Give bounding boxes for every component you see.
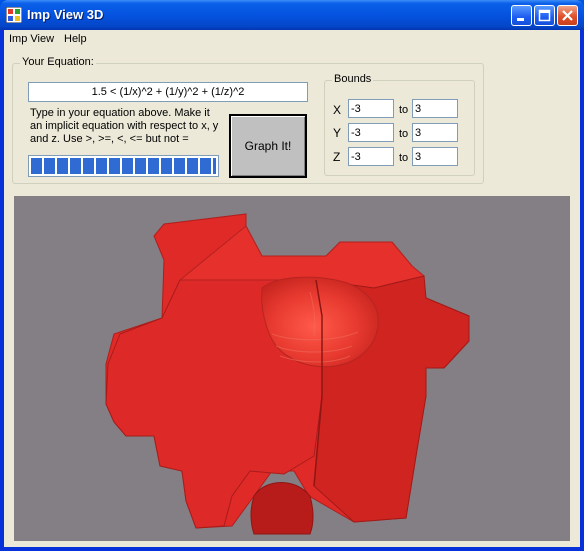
maximize-button[interactable]	[534, 5, 555, 26]
bound-z-label: Z	[333, 150, 341, 164]
bound-z-max-input[interactable]	[412, 147, 458, 166]
bound-y-min-input[interactable]	[348, 123, 394, 142]
progress-fill	[31, 158, 216, 174]
equation-input[interactable]	[28, 82, 308, 102]
graph-viewport[interactable]	[14, 196, 570, 541]
equation-help-text: Type in your equation above. Make it an …	[30, 107, 219, 145]
maximize-icon	[538, 9, 551, 22]
bound-y-to-label: to	[399, 128, 409, 140]
window-title: Imp View 3D	[27, 7, 104, 22]
title-bar[interactable]: Imp View 3D	[0, 0, 584, 30]
bound-z-min-input[interactable]	[348, 147, 394, 166]
minimize-button[interactable]	[511, 5, 532, 26]
menu-help[interactable]: Help	[64, 33, 87, 45]
bound-y-max-input[interactable]	[412, 123, 458, 142]
graph-it-button[interactable]: Graph It!	[229, 114, 307, 178]
bound-y-label: Y	[333, 126, 342, 140]
bound-x-label: X	[333, 103, 342, 117]
equation-group-label: Your Equation:	[20, 56, 96, 68]
menu-bar: Imp View Help	[4, 30, 580, 49]
close-icon	[562, 10, 573, 21]
app-icon	[6, 7, 22, 23]
close-button[interactable]	[557, 5, 578, 26]
menu-imp-view[interactable]: Imp View	[9, 33, 54, 45]
app-window: Imp View 3D Imp View Help Your Equation:…	[0, 0, 584, 551]
bounds-group-label: Bounds	[332, 73, 374, 85]
minimize-icon	[517, 18, 524, 21]
bound-z-to-label: to	[399, 152, 409, 164]
bound-x-min-input[interactable]	[348, 99, 394, 118]
client-area: Imp View Help Your Equation: Type in you…	[4, 30, 580, 547]
surface-bottom-notch	[250, 482, 314, 535]
progress-bar	[28, 155, 219, 177]
implicit-surface-render	[105, 213, 470, 535]
bound-x-max-input[interactable]	[412, 99, 458, 118]
bound-x-to-label: to	[399, 104, 409, 116]
